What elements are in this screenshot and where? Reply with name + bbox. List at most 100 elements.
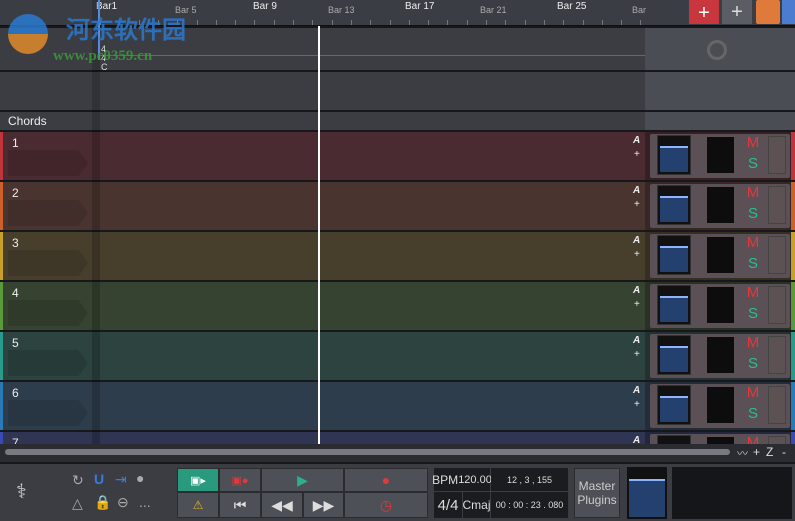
chords-label: Chords (8, 114, 47, 128)
add-automation-button[interactable]: + (634, 299, 640, 310)
effects-slot[interactable] (707, 387, 734, 423)
effects-slot[interactable] (707, 237, 734, 273)
position-display[interactable]: 12 , 3 , 155 (491, 468, 568, 491)
time-signature-display[interactable]: 4/4 (434, 492, 462, 518)
track-header-arrow[interactable] (8, 250, 88, 276)
instrument-slot[interactable] (657, 185, 691, 225)
add-automation-button[interactable]: + (634, 349, 640, 360)
zoom-in-button[interactable]: + (753, 445, 760, 459)
track-row[interactable]: 2 A + M S (0, 180, 795, 230)
volume-slider[interactable] (768, 386, 786, 424)
volume-slider[interactable] (768, 336, 786, 374)
eye-icon[interactable] (782, 0, 795, 24)
mute-button[interactable]: M (741, 334, 765, 354)
ruler-bar-label: Bar 13 (328, 5, 355, 15)
mute-button[interactable]: M (741, 134, 765, 154)
arrange-play-button[interactable]: ▣▸ (177, 468, 219, 492)
empty-lane[interactable] (0, 70, 795, 112)
track-name: 6 (12, 386, 19, 400)
metronome-icon[interactable]: △ (72, 495, 83, 512)
automation-button[interactable]: A (633, 335, 640, 346)
effects-slot[interactable] (707, 137, 734, 173)
instrument-slot[interactable] (657, 385, 691, 425)
ruler-bar-label: Bar 21 (480, 5, 507, 15)
more-button[interactable]: ... (139, 494, 151, 510)
zoom-out-button[interactable]: - (782, 445, 786, 459)
track-row[interactable]: 1 A + M S (0, 130, 795, 180)
mute-button[interactable]: M (741, 234, 765, 254)
mute-button[interactable]: M (741, 184, 765, 204)
track-row[interactable]: 5 A + M S (0, 330, 795, 380)
track-header-arrow[interactable] (8, 350, 88, 376)
arrange-record-button[interactable]: ▣● (219, 468, 261, 492)
effects-slot[interactable] (707, 337, 734, 373)
track-color-stripe (0, 382, 3, 430)
track-color-stripe (0, 232, 3, 280)
track-header-arrow[interactable] (8, 200, 88, 226)
track-row[interactable]: 6 A + M S (0, 380, 795, 430)
track-header-arrow[interactable] (8, 400, 88, 426)
fast-forward-button[interactable]: ▶▶ (303, 492, 344, 518)
solo-button[interactable]: S (741, 355, 765, 375)
volume-slider[interactable] (768, 136, 786, 174)
loop-icon[interactable]: ↻ (72, 472, 84, 489)
scrollbar-thumb[interactable] (5, 449, 730, 455)
bpm-display[interactable]: BPM 120.00 (432, 468, 492, 491)
metronome-knob-icon[interactable] (756, 0, 780, 24)
automation-button[interactable]: A (633, 285, 640, 296)
master-plugins-button[interactable]: Master Plugins (574, 468, 620, 518)
automation-button[interactable]: A (633, 385, 640, 396)
add-track-button[interactable]: + (689, 0, 719, 24)
automation-button[interactable]: A (633, 185, 640, 196)
mute-button[interactable]: M (741, 384, 765, 404)
follow-icon[interactable]: ⇥ (115, 471, 127, 488)
lock-icon[interactable]: 🔒 (94, 494, 111, 511)
waveform-icon[interactable]: 〰 (737, 445, 748, 461)
stethoscope-icon[interactable]: ⚕ (16, 479, 27, 504)
add-automation-button[interactable]: + (634, 399, 640, 410)
instrument-slot[interactable] (657, 235, 691, 275)
input-icon[interactable]: ⊖ (117, 494, 129, 511)
magnet-icon[interactable]: U (94, 471, 104, 487)
volume-slider[interactable] (768, 286, 786, 324)
add-automation-button[interactable]: + (634, 199, 640, 210)
volume-slider[interactable] (768, 236, 786, 274)
automation-button[interactable]: A (633, 235, 640, 246)
horizontal-scrollbar[interactable]: 〰 + Z - (0, 444, 795, 462)
solo-button[interactable]: S (741, 255, 765, 275)
track-color-stripe (0, 182, 3, 230)
go-to-start-button[interactable]: ⏮ (219, 492, 261, 518)
midi-icon[interactable]: ● (136, 470, 144, 486)
instrument-slot[interactable] (657, 135, 691, 175)
automation-button[interactable]: A (633, 135, 640, 146)
effects-slot[interactable] (707, 287, 734, 323)
playhead[interactable] (318, 26, 320, 444)
chords-lane[interactable]: Chords (0, 110, 795, 132)
add-button[interactable]: + (722, 0, 752, 24)
time-display[interactable]: 00 : 00 : 23 . 080 (491, 492, 568, 518)
track-name: 1 (12, 136, 19, 150)
effects-slot[interactable] (707, 187, 734, 223)
mute-button[interactable]: M (741, 284, 765, 304)
add-automation-button[interactable]: + (634, 149, 640, 160)
solo-button[interactable]: S (741, 405, 765, 425)
rewind-button[interactable]: ◀◀ (261, 492, 303, 518)
play-button[interactable]: ▶ (261, 468, 344, 492)
track-header-arrow[interactable] (8, 150, 88, 176)
instrument-slot[interactable] (657, 285, 691, 325)
track-row[interactable]: 3 A + M S (0, 230, 795, 280)
solo-button[interactable]: S (741, 155, 765, 175)
solo-button[interactable]: S (741, 305, 765, 325)
warning-button[interactable]: ⚠ (177, 492, 219, 518)
record-history-button[interactable]: ◷ (344, 492, 428, 518)
master-instrument[interactable] (627, 467, 667, 519)
tempo-knob-icon[interactable] (707, 40, 727, 60)
instrument-slot[interactable] (657, 335, 691, 375)
volume-slider[interactable] (768, 186, 786, 224)
solo-button[interactable]: S (741, 205, 765, 225)
key-display[interactable]: Cmaj (463, 492, 491, 518)
track-header-arrow[interactable] (8, 300, 88, 326)
track-row[interactable]: 4 A + M S (0, 280, 795, 330)
record-button[interactable]: ● (344, 468, 428, 492)
add-automation-button[interactable]: + (634, 249, 640, 260)
